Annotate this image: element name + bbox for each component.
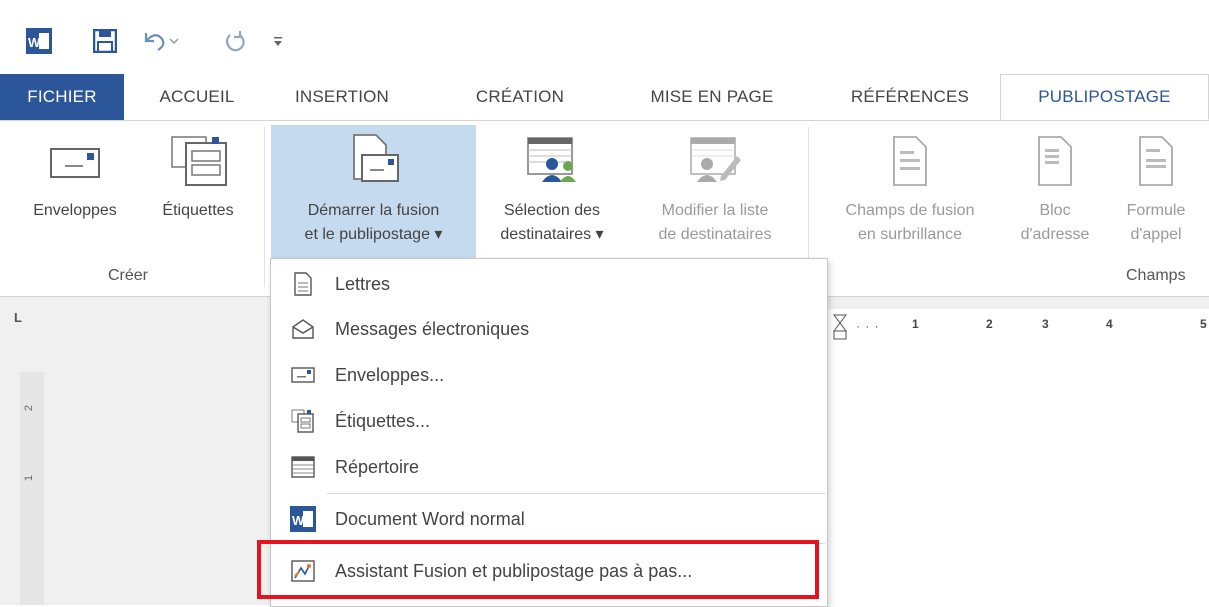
address-block-icon bbox=[1035, 133, 1075, 189]
envelope-icon bbox=[49, 133, 101, 189]
selection-line2: destinataires ▾ bbox=[500, 226, 604, 243]
undo-icon[interactable] bbox=[140, 26, 180, 56]
vruler-tick: 2 bbox=[23, 404, 36, 412]
menu-item-repertoire[interactable]: Répertoire bbox=[271, 445, 827, 489]
demarrer-fusion-button[interactable]: Démarrer la fusion et le publipostage ▾ bbox=[271, 125, 476, 261]
modifier-line2: de destinataires bbox=[658, 226, 772, 243]
svg-text:W: W bbox=[28, 35, 41, 50]
ruler-tick: 2 bbox=[986, 317, 993, 331]
menu-item-document-word-normal[interactable]: W Document Word normal bbox=[271, 497, 827, 541]
save-icon[interactable] bbox=[90, 26, 120, 56]
tab-insertion[interactable]: INSERTION bbox=[272, 74, 412, 120]
enveloppes-button[interactable]: Enveloppes bbox=[12, 125, 138, 261]
demarrer-line2: et le publipostage ▾ bbox=[304, 226, 443, 243]
etiquettes-button[interactable]: Étiquettes bbox=[140, 125, 256, 261]
labels-icon bbox=[166, 133, 230, 189]
champs-fusion-line2: en surbrillance bbox=[857, 226, 963, 243]
champs-fusion-line1: Champs de fusion bbox=[845, 202, 975, 219]
bloc-line2: d'adresse bbox=[1020, 226, 1090, 243]
highlight-box bbox=[257, 540, 819, 599]
tab-publipostage[interactable]: PUBLIPOSTAGE bbox=[1000, 74, 1209, 120]
ruler-tick: 3 bbox=[1042, 317, 1049, 331]
customize-qat-icon[interactable] bbox=[270, 26, 286, 56]
horizontal-ruler[interactable]: · · · 1 2 3 4 5 bbox=[826, 309, 1209, 346]
menu-item-enveloppes[interactable]: Enveloppes... bbox=[271, 353, 827, 397]
demarrer-line1: Démarrer la fusion bbox=[307, 202, 440, 219]
tab-references[interactable]: RÉFÉRENCES bbox=[830, 74, 990, 120]
champs-fusion-surbrillance-button[interactable]: Champs de fusion en surbrillance bbox=[812, 125, 1008, 261]
tab-fichier[interactable]: FICHIER bbox=[0, 74, 124, 120]
email-envelope-icon bbox=[279, 319, 327, 339]
vruler-tick: 1 bbox=[23, 474, 36, 482]
menu-item-etiquettes[interactable]: Étiquettes... bbox=[271, 399, 827, 443]
word-app-icon[interactable]: W bbox=[24, 26, 54, 56]
greeting-line-icon bbox=[1136, 133, 1176, 189]
bloc-line1: Bloc bbox=[1039, 202, 1071, 219]
selection-destinataires-button[interactable]: Sélection des destinataires ▾ bbox=[478, 125, 626, 261]
tab-creation[interactable]: CRÉATION bbox=[460, 74, 580, 120]
menu-item-messages-electroniques[interactable]: Messages électroniques bbox=[271, 307, 827, 351]
highlight-merge-fields-icon bbox=[890, 133, 930, 189]
directory-icon bbox=[279, 456, 327, 478]
start-mail-merge-icon bbox=[346, 133, 402, 189]
bloc-adresse-button[interactable]: Bloc d'adresse bbox=[1008, 125, 1102, 261]
tab-selector-icon[interactable]: L bbox=[14, 309, 34, 329]
tab-mise-en-page[interactable]: MISE EN PAGE bbox=[630, 74, 794, 120]
redo-icon[interactable] bbox=[220, 26, 250, 56]
ruler-dots: · · · bbox=[856, 319, 880, 333]
selection-line1: Sélection des bbox=[503, 202, 601, 219]
group-label-champs: Champs bbox=[1126, 267, 1186, 284]
formule-line1: Formule bbox=[1126, 202, 1186, 219]
modifier-line1: Modifier la liste bbox=[661, 202, 769, 219]
document-page[interactable] bbox=[826, 345, 1209, 605]
menu-separator bbox=[327, 493, 825, 494]
formule-appel-button[interactable]: Formule d'appel bbox=[1108, 125, 1204, 261]
menu-item-lettres[interactable]: Lettres bbox=[271, 262, 827, 306]
word-document-icon: W bbox=[279, 506, 327, 532]
ruler-tick: 4 bbox=[1106, 317, 1113, 331]
select-recipients-icon bbox=[522, 133, 582, 189]
ruler-tick: 5 bbox=[1200, 317, 1207, 331]
tab-accueil[interactable]: ACCUEIL bbox=[138, 74, 256, 120]
group-separator bbox=[264, 127, 265, 287]
vertical-ruler[interactable]: 2 1 bbox=[20, 372, 44, 605]
group-label-creer: Créer bbox=[108, 267, 149, 284]
formule-line2: d'appel bbox=[1130, 226, 1182, 243]
edit-recipient-list-icon bbox=[685, 133, 745, 189]
letter-icon bbox=[279, 272, 327, 296]
envelope-icon bbox=[279, 366, 327, 384]
ruler-tick: 1 bbox=[912, 317, 919, 331]
svg-text:W: W bbox=[292, 513, 305, 528]
indent-marker-icon[interactable] bbox=[832, 313, 848, 346]
labels-icon bbox=[279, 409, 327, 433]
modifier-liste-button[interactable]: Modifier la liste de destinataires bbox=[630, 125, 800, 261]
quick-access-toolbar: W bbox=[0, 0, 1209, 74]
ribbon-tabs: FICHIER ACCUEIL INSERTION CRÉATION MISE … bbox=[0, 74, 1209, 121]
